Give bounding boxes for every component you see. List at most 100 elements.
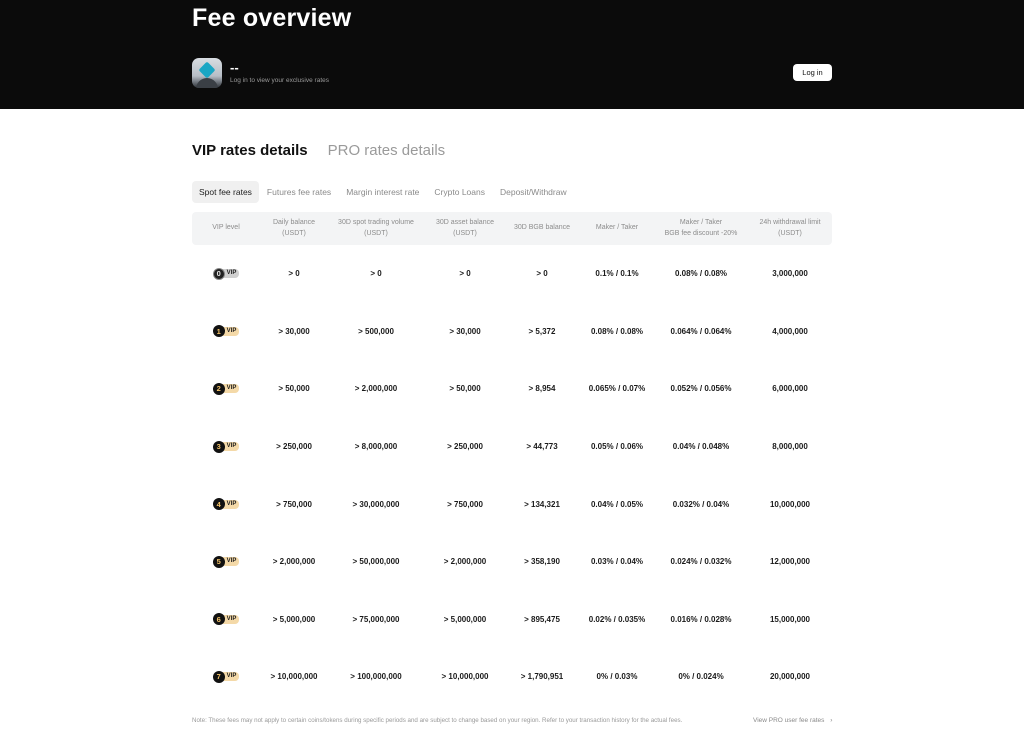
bgb-discount-rate-cell: 0.08% / 0.08%	[674, 269, 728, 279]
table-row: 2 VIP > 50,000 > 2,000,000 > 50,000 > 8,954 0.…	[192, 360, 832, 418]
vip-level-cell: 5 VIP	[192, 533, 260, 591]
view-pro-fee-rates-link[interactable]: View PRO user fee rates ›	[753, 717, 832, 724]
withdrawal-limit-cell: 12,000,000	[769, 557, 811, 567]
table-row: 7 VIP > 10,000,000 > 100,000,000 > 10,000,00…	[192, 648, 832, 706]
maker-taker-cell: 0.1% / 0.1%	[595, 269, 639, 279]
bgb-discount-rate-cell: 0.052% / 0.056%	[670, 384, 732, 394]
column-header: 24h withdrawal limit (USDT)	[759, 219, 821, 237]
vip-level-cell: 1 VIP	[192, 303, 260, 361]
view-pro-fee-rates-label: View PRO user fee rates	[753, 717, 825, 724]
vip-level-cell: 7 VIP	[192, 648, 260, 706]
table-row: 0 VIP > 0 > 0 > 0 > 0 0.1% / 0.1% 0.08% / 0.08%…	[192, 245, 832, 303]
column-header: 30D asset balance (USDT)	[436, 219, 494, 237]
asset-balance-cell: > 10,000,000	[441, 672, 489, 682]
withdrawal-limit-cell: 8,000,000	[772, 442, 808, 452]
login-button[interactable]: Log in	[793, 64, 832, 81]
table-row: 1 VIP > 30,000 > 500,000 > 30,000 > 5,372 0.08…	[192, 303, 832, 361]
tab-futures-fee-rates[interactable]: Futures fee rates	[260, 181, 338, 203]
vip-badge-icon: 5 VIP	[212, 555, 240, 568]
tab-crypto-loans[interactable]: Crypto Loans	[427, 181, 492, 203]
asset-balance-cell: > 0	[459, 269, 471, 279]
vip-level-number: 7	[212, 670, 225, 683]
vip-level-number: 1	[212, 325, 225, 338]
table-row: 6 VIP > 5,000,000 > 75,000,000 > 5,000,000 > …	[192, 591, 832, 649]
section-tabs: VIP rates details PRO rates details	[192, 142, 445, 159]
user-name: --	[230, 60, 239, 75]
vip-level-cell: 0 VIP	[192, 245, 260, 303]
bgb-balance-cell: > 895,475	[524, 614, 560, 624]
hero-banner: Fee overview -- Log in to view your excl…	[0, 0, 1024, 109]
withdrawal-limit-cell: 15,000,000	[769, 614, 811, 624]
withdrawal-limit-cell: 4,000,000	[772, 326, 808, 336]
tab-spot-fee-rates[interactable]: Spot fee rates	[192, 181, 259, 203]
spot-volume-cell: > 100,000,000	[350, 672, 402, 682]
vip-level-cell: 6 VIP	[192, 591, 260, 649]
bgb-discount-rate-cell: 0.04% / 0.048%	[672, 442, 730, 452]
fee-disclaimer: Note: These fees may not apply to certai…	[192, 717, 683, 724]
withdrawal-limit-cell: 20,000,000	[769, 672, 811, 682]
asset-balance-cell: > 750,000	[447, 499, 483, 509]
bgb-balance-cell: > 8,954	[528, 384, 556, 394]
bgb-balance-cell: > 134,321	[524, 499, 560, 509]
bgb-balance-cell: > 5,372	[528, 326, 556, 336]
bgb-discount-rate-cell: 0.024% / 0.032%	[670, 557, 732, 567]
spot-volume-cell: > 30,000,000	[352, 499, 400, 509]
tab-pro-rates[interactable]: PRO rates details	[328, 142, 446, 159]
maker-taker-cell: 0.03% / 0.04%	[590, 557, 644, 567]
withdrawal-limit-cell: 6,000,000	[772, 384, 808, 394]
vip-level-number: 0	[212, 267, 225, 280]
vip-level-number: 5	[212, 555, 225, 568]
daily-balance-cell: > 30,000	[278, 326, 310, 336]
avatar	[192, 58, 222, 88]
asset-balance-cell: > 2,000,000	[443, 557, 487, 567]
vip-level-cell: 3 VIP	[192, 418, 260, 476]
table-row: 3 VIP > 250,000 > 8,000,000 > 250,000 > 44,77…	[192, 418, 832, 476]
bgb-discount-rate-cell: 0.016% / 0.028%	[670, 614, 732, 624]
vip-level-number: 2	[212, 382, 225, 395]
daily-balance-cell: > 750,000	[276, 499, 312, 509]
column-header: 30D BGB balance	[513, 224, 571, 232]
vip-badge-icon: 7 VIP	[212, 670, 240, 683]
asset-balance-cell: > 5,000,000	[443, 614, 487, 624]
table-row: 4 VIP > 750,000 > 30,000,000 > 750,000 > 134,…	[192, 475, 832, 533]
tab-deposit-withdraw[interactable]: Deposit/Withdraw	[493, 181, 574, 203]
vip-badge-icon: 2 VIP	[212, 382, 240, 395]
spot-volume-cell: > 2,000,000	[354, 384, 398, 394]
maker-taker-cell: 0% / 0.03%	[596, 672, 638, 682]
maker-taker-cell: 0.02% / 0.035%	[588, 614, 646, 624]
vip-badge-icon: 3 VIP	[212, 440, 240, 453]
vip-badge-icon: 0 VIP	[212, 267, 240, 280]
vip-level-number: 6	[212, 613, 225, 626]
daily-balance-cell: > 50,000	[278, 384, 310, 394]
vip-badge-icon: 1 VIP	[212, 325, 240, 338]
table-header: VIP level Daily balance (USDT) 30D spot tr…	[192, 212, 832, 245]
avatar-logo-icon	[198, 61, 216, 79]
asset-balance-cell: > 250,000	[447, 442, 483, 452]
daily-balance-cell: > 10,000,000	[270, 672, 318, 682]
column-header: Maker / Taker	[595, 224, 639, 232]
daily-balance-cell: > 5,000,000	[272, 614, 316, 624]
spot-volume-cell: > 75,000,000	[352, 614, 400, 624]
asset-balance-cell: > 50,000	[449, 384, 481, 394]
column-header: 30D spot trading volume (USDT)	[338, 219, 414, 237]
bgb-discount-rate-cell: 0.032% / 0.04%	[672, 499, 730, 509]
asset-balance-cell: > 30,000	[449, 326, 481, 336]
daily-balance-cell: > 250,000	[276, 442, 312, 452]
bgb-balance-cell: > 1,790,951	[520, 672, 564, 682]
spot-volume-cell: > 8,000,000	[354, 442, 398, 452]
table-body: 0 VIP > 0 > 0 > 0 > 0 0.1% / 0.1% 0.08% / 0.08%…	[192, 245, 832, 706]
tab-vip-rates[interactable]: VIP rates details	[192, 142, 308, 159]
vip-level-number: 3	[212, 440, 225, 453]
vip-level-cell: 4 VIP	[192, 475, 260, 533]
column-header: Daily balance (USDT)	[272, 219, 316, 237]
vip-fee-table: VIP level Daily balance (USDT) 30D spot tr…	[192, 212, 832, 706]
maker-taker-cell: 0.05% / 0.06%	[590, 442, 644, 452]
fee-type-tabs: Spot fee rates Futures fee rates Margin …	[192, 181, 575, 203]
user-subtitle: Log in to view your exclusive rates	[230, 77, 329, 84]
tab-margin-interest-rate[interactable]: Margin interest rate	[339, 181, 426, 203]
column-header: Maker / Taker BGB fee discount -20%	[664, 219, 738, 237]
bgb-balance-cell: > 358,190	[524, 557, 560, 567]
vip-badge-icon: 4 VIP	[212, 498, 240, 511]
vip-level-number: 4	[212, 498, 225, 511]
spot-volume-cell: > 500,000	[358, 326, 394, 336]
